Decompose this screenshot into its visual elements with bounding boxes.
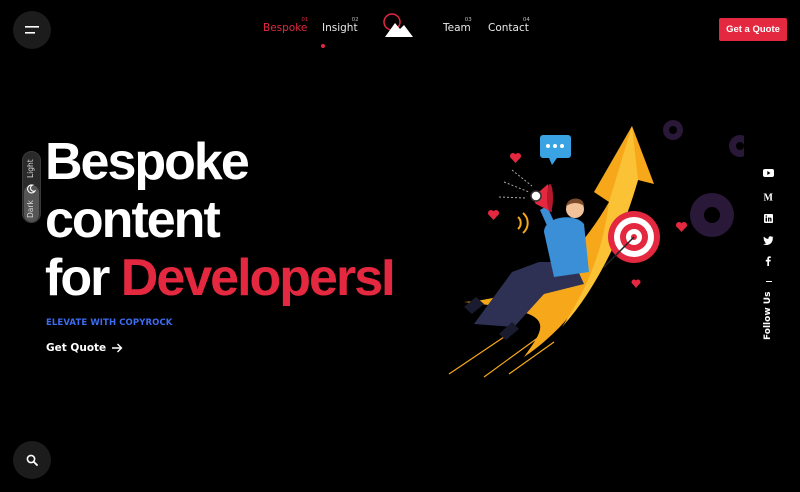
hero-title-prefix: for — [45, 249, 121, 307]
hero-title-accent: DevelopersI — [120, 249, 396, 307]
nav-item-label: Team — [443, 22, 471, 34]
twitter-icon[interactable] — [760, 233, 776, 247]
heart-icon — [488, 210, 499, 220]
heart-icon — [631, 279, 641, 288]
search-button[interactable] — [13, 441, 51, 479]
megaphone-icon — [530, 184, 553, 212]
heart-icon — [676, 222, 687, 232]
gear-icon — [729, 135, 744, 157]
nav-item-number: 04 — [522, 17, 530, 23]
chat-bubble-icon — [540, 135, 571, 165]
wifi-icon — [517, 212, 529, 234]
nav-item-number: 03 — [464, 17, 472, 23]
follow-us-label: Follow Us — [763, 291, 773, 340]
nav-item-label: Contact — [488, 22, 529, 34]
hero-subtitle: ELEVATE WITH COPYROCK — [46, 318, 173, 328]
active-nav-indicator — [321, 44, 325, 48]
theme-dark-label: Dark — [26, 200, 35, 218]
sparkle-lines — [498, 169, 533, 199]
gear-icon — [663, 120, 683, 140]
nav-item-number: 01 — [301, 17, 309, 23]
search-icon — [26, 454, 38, 466]
nav-item-contact[interactable]: Contact 04 — [488, 17, 530, 34]
svg-text:M: M — [763, 192, 773, 201]
get-quote-label: Get Quote — [46, 342, 107, 354]
nav-item-bespoke[interactable]: Bespoke 01 — [263, 17, 308, 34]
hero-illustration — [448, 120, 744, 378]
linkedin-icon[interactable] — [760, 211, 776, 225]
arrow-right-icon — [112, 343, 123, 353]
get-quote-link[interactable]: Get Quote — [46, 342, 123, 354]
gear-icon — [690, 193, 734, 237]
social-divider — [766, 281, 772, 282]
youtube-icon[interactable] — [760, 166, 776, 180]
hero-title-line: for DevelopersI — [45, 249, 396, 307]
theme-light-label: Light — [26, 159, 35, 178]
moon-icon — [27, 184, 36, 194]
nav-item-insight[interactable]: Insight 02 — [322, 17, 359, 34]
medium-icon[interactable]: M — [760, 189, 776, 203]
facebook-icon[interactable] — [760, 254, 776, 268]
logo-icon[interactable] — [382, 12, 416, 40]
nav-item-label: Bespoke — [263, 22, 308, 34]
nav-item-number: 02 — [351, 17, 359, 23]
hero-title-line: Bespoke — [45, 133, 250, 191]
nav-item-team[interactable]: Team 03 — [443, 17, 472, 34]
get-a-quote-button[interactable]: Get a Quote — [719, 18, 787, 41]
nav-item-label: Insight — [322, 22, 358, 34]
heart-icon — [510, 153, 521, 163]
hero-title-line: content — [45, 191, 221, 249]
hero-title: Bespoke content for DevelopersI — [45, 133, 396, 307]
